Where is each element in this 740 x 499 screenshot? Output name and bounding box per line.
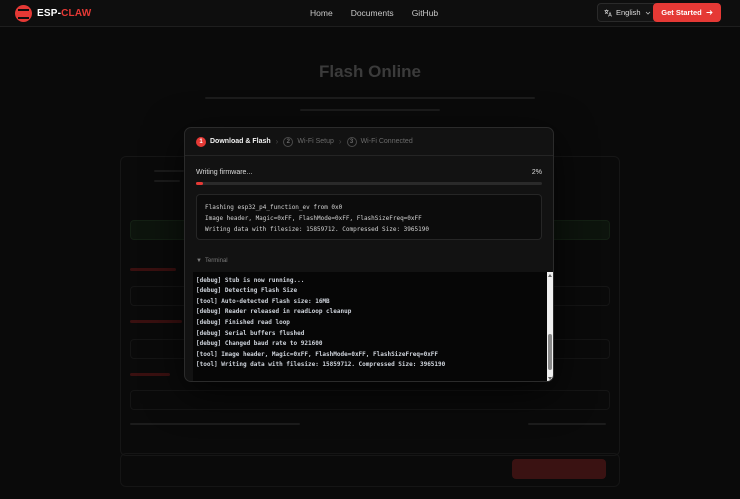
flash-modal: 1 Download & Flash › 2 Wi-Fi Setup › 3 W… [184, 127, 554, 382]
progress-percent: 2% [531, 169, 542, 176]
step-label: Wi-Fi Connected [360, 138, 413, 145]
nav-links: Home Documents GitHub [310, 8, 438, 18]
step-separator: › [275, 137, 279, 146]
progress-bar [196, 182, 542, 185]
get-started-label: Get Started [661, 8, 702, 17]
terminal-line: [debug] Serial buffers flushed [196, 329, 305, 337]
terminal-line: [tool] Writing data with filesize: 15859… [196, 361, 446, 369]
terminal-line: [debug] Stub is now running... [196, 276, 305, 284]
caret-down-icon: ▼ [196, 258, 202, 264]
terminal-line: [tool] Auto-detected Flash size: 16MB [196, 297, 330, 305]
log-line: Flashing esp32_p4_function_ev from 0x0 [205, 204, 343, 211]
terminal-output[interactable]: [debug] Stub is now running... [debug] D… [193, 272, 553, 381]
background-decor [130, 373, 170, 376]
step-separator: › [338, 137, 342, 146]
arrow-right-icon [706, 10, 713, 15]
log-line: Writing data with filesize: 15859712. Co… [205, 226, 429, 233]
terminal-line: [debug] Reader released in readLoop clea… [196, 308, 352, 316]
scroll-down-icon[interactable] [548, 377, 552, 380]
background-decor [205, 97, 535, 99]
logo-icon [15, 5, 32, 22]
step-wifi-connected: 3 Wi-Fi Connected [346, 136, 413, 147]
background-decor [130, 320, 182, 323]
chevron-down-icon [645, 11, 650, 15]
background-decor [300, 109, 440, 111]
background-decor [154, 170, 184, 172]
terminal-label: Terminal [204, 258, 228, 264]
logo[interactable]: ESP-CLAW [15, 5, 91, 22]
nav-link-github[interactable]: GitHub [412, 8, 438, 18]
nav-link-home[interactable]: Home [310, 8, 333, 18]
language-label: English [616, 8, 641, 17]
background-row [130, 390, 610, 410]
background-decor [130, 423, 300, 425]
step-label: Download & Flash [210, 138, 271, 145]
progress-fill [196, 182, 203, 185]
get-started-button[interactable]: Get Started [653, 3, 721, 22]
terminal-toggle[interactable]: ▼ Terminal [196, 258, 228, 264]
step-label: Wi-Fi Setup [297, 138, 334, 145]
step-number: 1 [196, 136, 206, 147]
translate-icon [604, 9, 612, 17]
page-title: Flash Online [318, 62, 422, 81]
background-decor [154, 180, 180, 182]
step-number: 3 [346, 136, 357, 147]
step-download-flash: 1 Download & Flash [196, 136, 271, 147]
step-wifi-setup: 2 Wi-Fi Setup [283, 136, 334, 147]
terminal-lines: [debug] Stub is now running... [debug] D… [196, 272, 546, 371]
logo-text: ESP-CLAW [37, 8, 92, 19]
flash-log: Flashing esp32_p4_function_ev from 0x0 I… [196, 194, 542, 240]
nav-link-documents[interactable]: Documents [351, 8, 394, 18]
progress-status: Writing firmware... [196, 169, 253, 176]
step-number: 2 [283, 136, 294, 147]
terminal-line: [debug] Changed baud rate to 921600 [196, 340, 323, 348]
terminal-line: [tool] Image header, Magic=0xFF, FlashMo… [196, 350, 439, 358]
scroll-thumb[interactable] [548, 334, 552, 370]
log-line: Image header, Magic=0xFF, FlashMode=0xFF… [205, 215, 422, 222]
background-button [512, 459, 606, 479]
background-decor [130, 268, 176, 271]
scroll-up-icon[interactable] [548, 274, 552, 277]
stepper: 1 Download & Flash › 2 Wi-Fi Setup › 3 W… [185, 128, 553, 156]
language-select[interactable]: English [597, 3, 658, 22]
terminal-scrollbar[interactable] [547, 272, 553, 381]
background-decor [528, 423, 606, 425]
top-nav: ESP-CLAW Home Documents GitHub English G… [0, 0, 740, 27]
terminal-line: [debug] Finished read loop [196, 318, 290, 326]
terminal-line: [debug] Detecting Flash Size [196, 287, 298, 295]
